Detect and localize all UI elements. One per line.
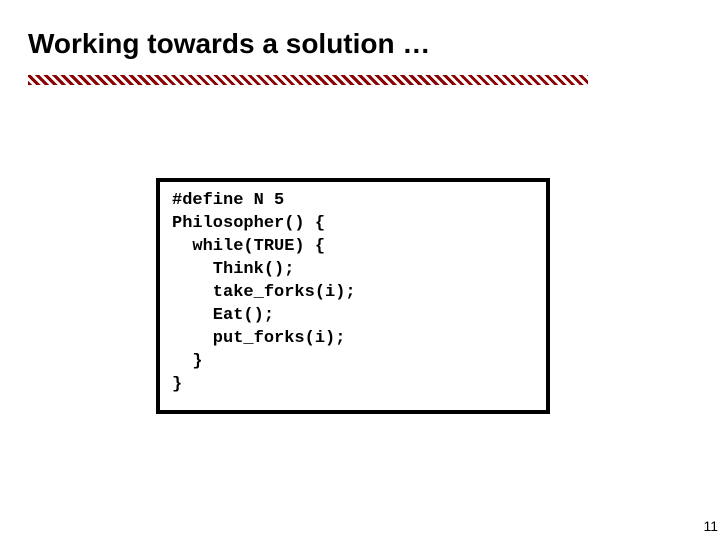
code-line: Philosopher() { — [172, 213, 534, 236]
code-line: Eat(); — [172, 305, 534, 328]
code-line: } — [172, 351, 534, 374]
code-line: } — [172, 374, 534, 397]
code-line: Think(); — [172, 259, 534, 282]
code-line: #define N 5 — [172, 190, 534, 213]
code-line: take_forks(i); — [172, 282, 534, 305]
slide-title: Working towards a solution … — [28, 28, 430, 60]
title-divider — [28, 75, 588, 85]
page-number: 11 — [703, 518, 718, 534]
code-line: while(TRUE) { — [172, 236, 534, 259]
code-block: #define N 5 Philosopher() { while(TRUE) … — [156, 178, 550, 414]
code-line: put_forks(i); — [172, 328, 534, 351]
